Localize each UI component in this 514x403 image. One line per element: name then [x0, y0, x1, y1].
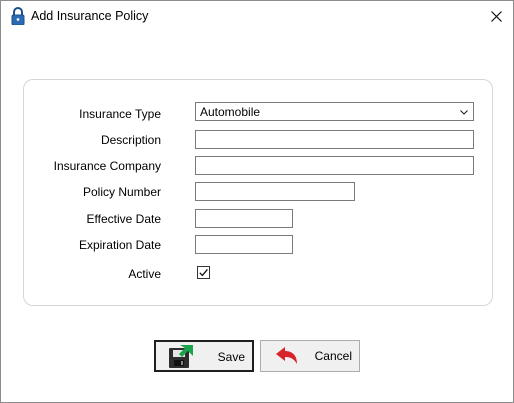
floppy-disk-icon	[169, 345, 193, 368]
checkmark-icon	[199, 268, 208, 277]
window-title: Add Insurance Policy	[31, 9, 149, 23]
padlock-icon	[11, 7, 25, 25]
insurance-type-value: Automobile	[200, 104, 261, 119]
chevron-down-icon	[460, 110, 468, 115]
save-button[interactable]: Save	[154, 340, 254, 372]
close-button[interactable]	[479, 1, 513, 32]
description-label: Description	[100, 133, 161, 147]
insurance-type-label: Insurance Type	[79, 107, 161, 121]
insurance-company-input[interactable]	[195, 156, 474, 175]
effective-date-label: Effective Date	[86, 212, 161, 226]
undo-arrow-icon	[276, 347, 297, 364]
policy-form-group: Insurance Type Automobile Description In…	[23, 79, 493, 306]
dialog-window: Add Insurance Policy Insurance Type Auto…	[0, 0, 514, 403]
cancel-label: Cancel	[314, 349, 352, 363]
active-label: Active	[128, 267, 161, 281]
policy-number-label: Policy Number	[82, 185, 161, 199]
expiration-date-input[interactable]	[195, 235, 293, 254]
insurance-company-label: Insurance Company	[53, 159, 161, 173]
cancel-button[interactable]: Cancel	[260, 340, 360, 372]
title-bar: Add Insurance Policy	[1, 1, 513, 32]
description-input[interactable]	[195, 130, 474, 149]
save-label: Save	[217, 350, 245, 364]
expiration-date-label: Expiration Date	[78, 238, 161, 252]
active-checkbox[interactable]	[197, 266, 210, 279]
insurance-type-select[interactable]: Automobile	[195, 102, 474, 121]
close-icon	[490, 11, 502, 22]
effective-date-input[interactable]	[195, 209, 293, 228]
policy-number-input[interactable]	[195, 182, 355, 201]
